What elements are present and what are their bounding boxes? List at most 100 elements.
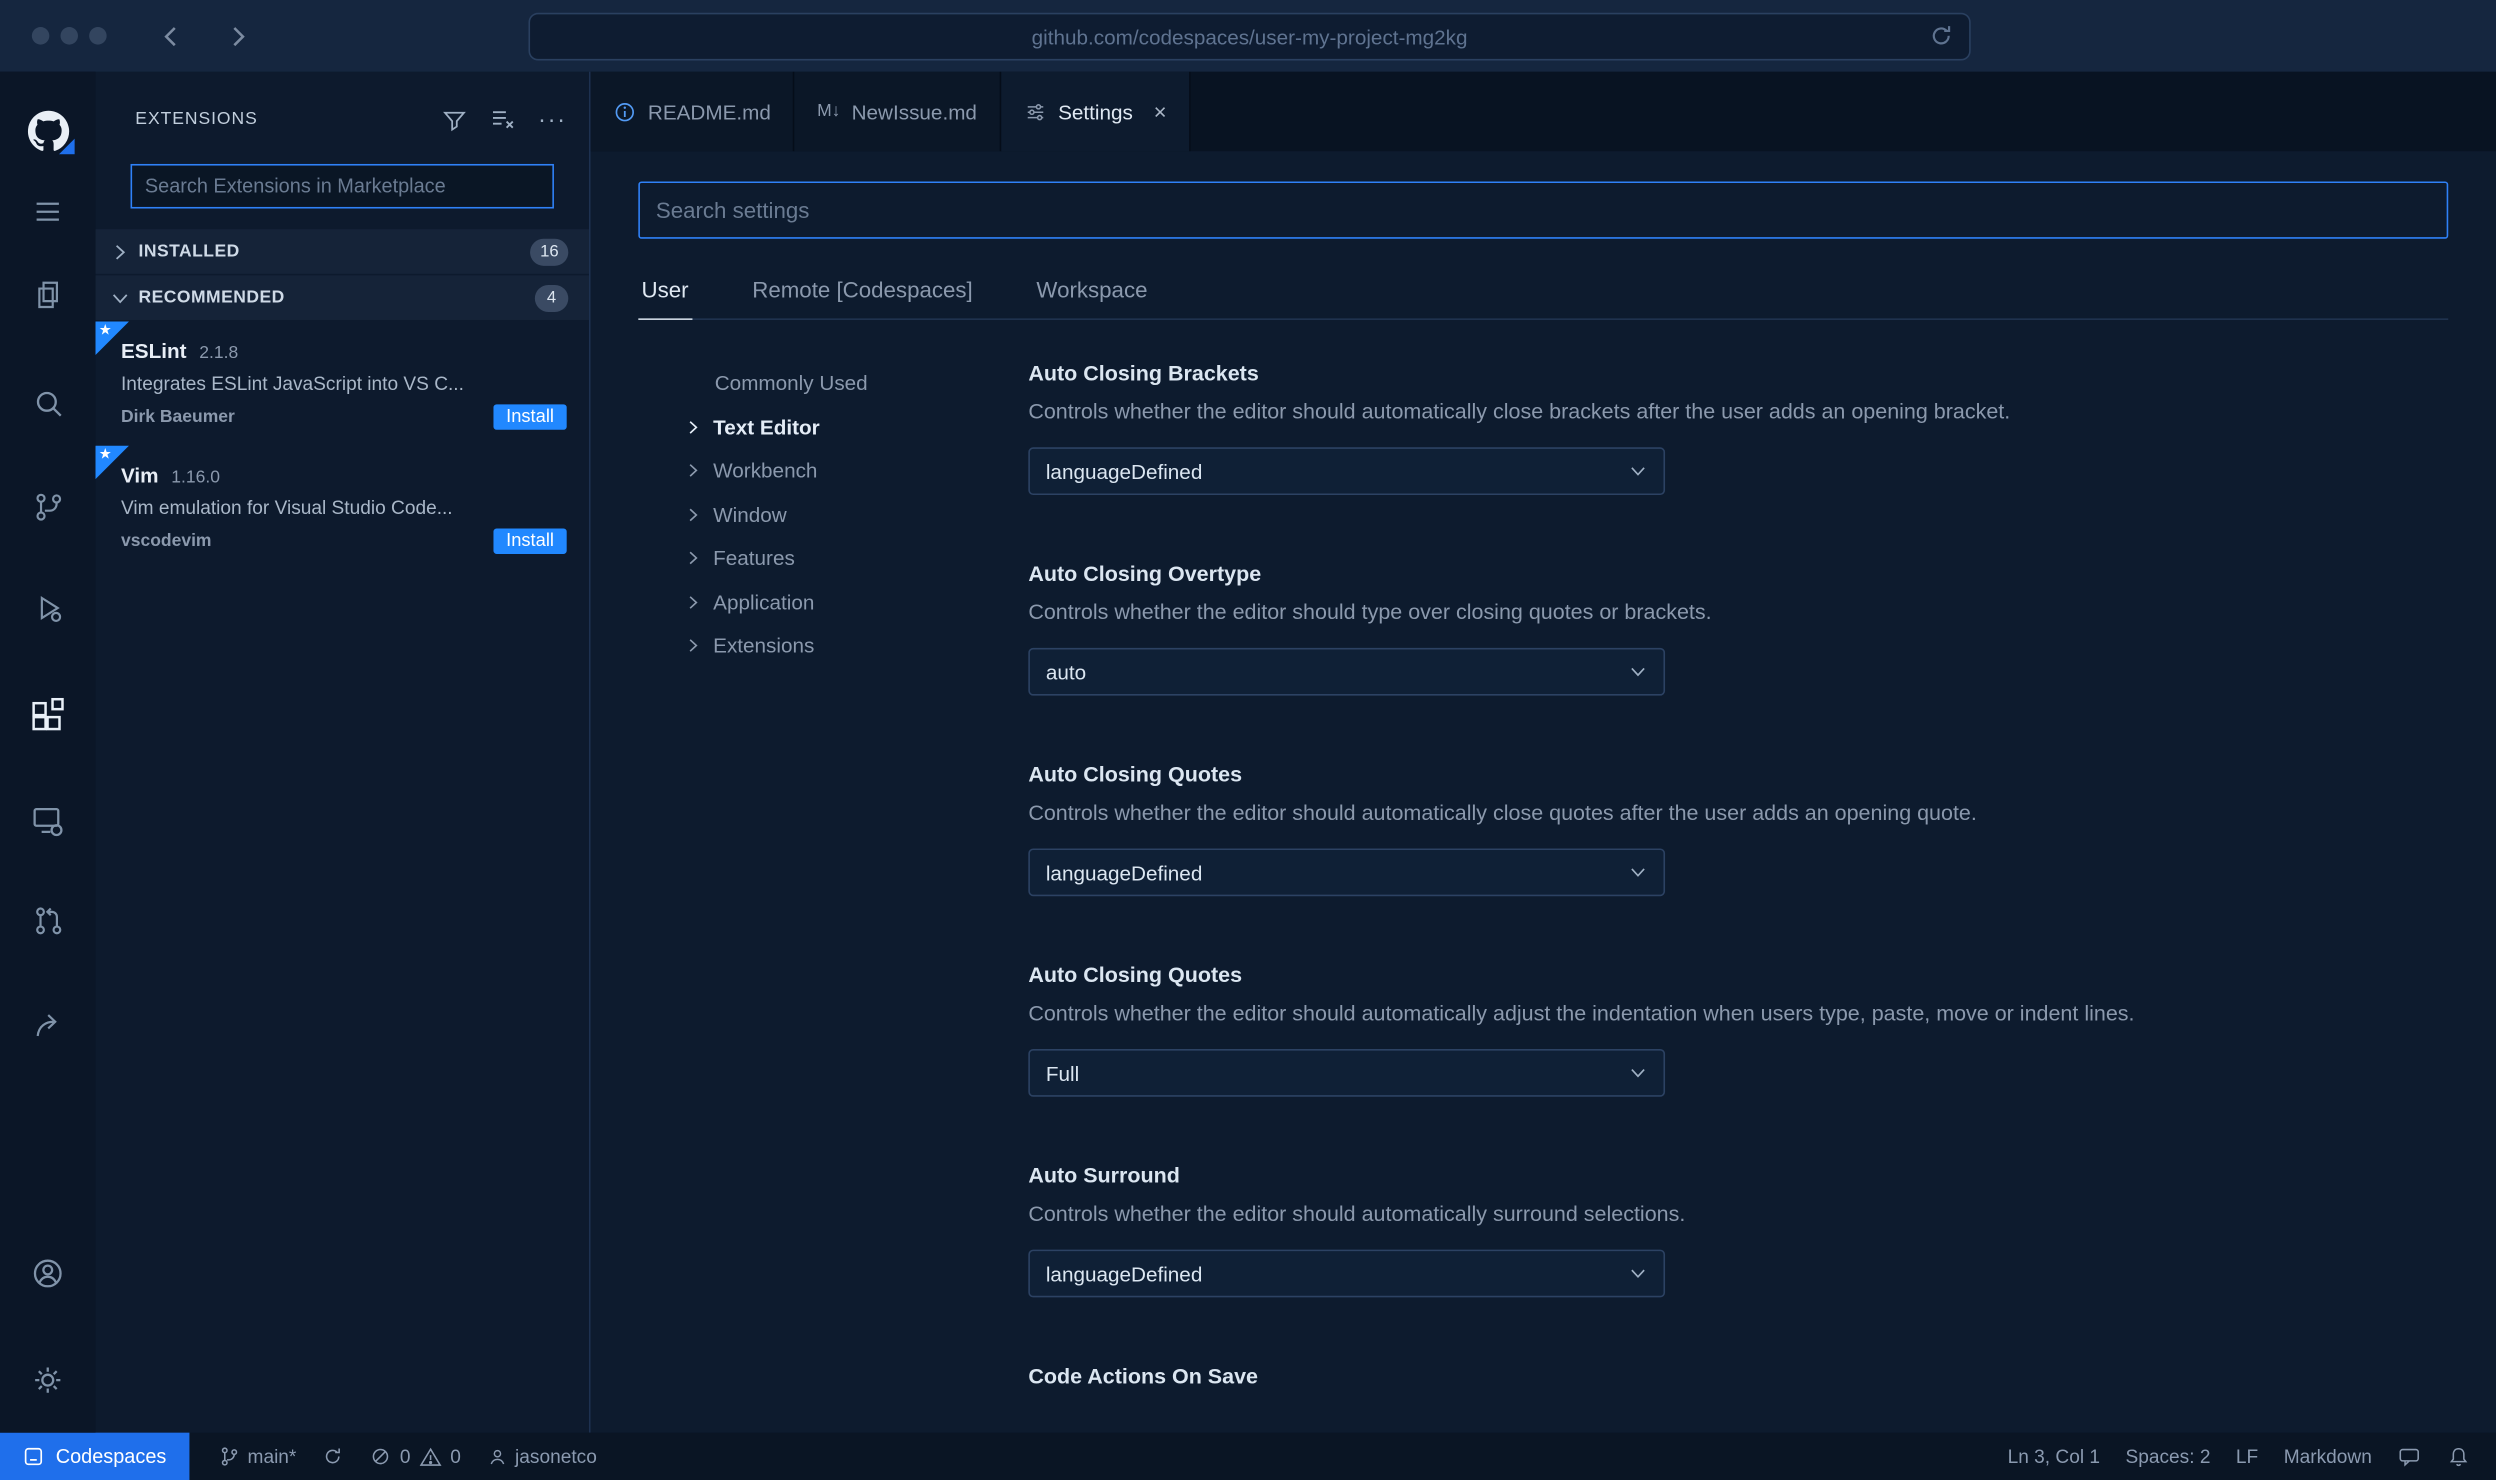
window-minimize-button[interactable] bbox=[60, 27, 78, 45]
chevron-right-icon bbox=[689, 508, 698, 521]
chevron-down-icon bbox=[1631, 667, 1645, 677]
setting-select[interactable]: Full bbox=[1028, 1049, 1666, 1097]
tab-label: NewIssue.md bbox=[851, 99, 977, 124]
search-icon[interactable] bbox=[0, 379, 96, 427]
extensions-icon[interactable] bbox=[0, 692, 96, 740]
url-bar[interactable]: github.com/codespaces/user-my-project-mg… bbox=[528, 12, 1971, 61]
menu-icon[interactable] bbox=[0, 188, 96, 236]
tab-newissue[interactable]: M↓ NewIssue.md bbox=[794, 71, 1001, 152]
explorer-icon[interactable] bbox=[0, 271, 96, 319]
notifications-bell-icon[interactable] bbox=[2434, 1433, 2483, 1480]
select-value: languageDefined bbox=[1045, 1261, 1203, 1286]
remote-user-status[interactable]: jasonetco bbox=[474, 1433, 610, 1480]
tab-settings[interactable]: Settings × bbox=[1000, 71, 1191, 152]
problems-status[interactable]: 0 0 bbox=[357, 1433, 474, 1480]
extension-version: 1.16.0 bbox=[171, 468, 220, 488]
extension-name: ESLint bbox=[120, 339, 187, 363]
setting-description: Controls whether the editor should autom… bbox=[1028, 1201, 1686, 1226]
refresh-icon[interactable] bbox=[1928, 22, 1955, 49]
setting-title: Auto Closing Brackets bbox=[1028, 361, 1259, 386]
extension-item-vim[interactable]: ★ Vim 1.16.0 Vim emulation for Visual St… bbox=[95, 445, 589, 570]
setting-select[interactable]: languageDefined bbox=[1028, 447, 1666, 496]
extension-item-eslint[interactable]: ★ ESLint 2.1.8 Integrates ESLint JavaScr… bbox=[95, 321, 589, 446]
setting-select[interactable]: auto bbox=[1028, 647, 1666, 696]
eol-status[interactable]: LF bbox=[2223, 1433, 2271, 1480]
clear-search-results-icon[interactable] bbox=[489, 105, 518, 134]
section-count-badge: 16 bbox=[530, 237, 569, 266]
section-installed[interactable]: INSTALLED 16 bbox=[95, 229, 589, 274]
setting-row: Auto Closing Overtype Controls whether t… bbox=[1028, 562, 2448, 696]
editor-area: README.md M↓ NewIssue.md Settings × User bbox=[590, 71, 2496, 1433]
error-icon bbox=[372, 1448, 389, 1465]
share-icon[interactable] bbox=[0, 1001, 96, 1049]
cursor-position-status[interactable]: Ln 3, Col 1 bbox=[1995, 1433, 2113, 1480]
install-button[interactable]: Install bbox=[493, 528, 567, 554]
window-close-button[interactable] bbox=[31, 27, 50, 45]
forward-button[interactable] bbox=[216, 19, 257, 54]
info-icon bbox=[615, 102, 634, 121]
person-icon bbox=[489, 1449, 504, 1464]
toc-item-application[interactable]: Application bbox=[638, 580, 1028, 624]
run-debug-icon[interactable] bbox=[0, 584, 96, 632]
pull-request-icon[interactable] bbox=[0, 896, 96, 944]
settings-search-input[interactable] bbox=[639, 197, 2447, 223]
chevron-down-icon bbox=[1631, 1269, 1645, 1279]
section-recommended[interactable]: RECOMMENDED 4 bbox=[95, 275, 589, 320]
toc-item-workbench[interactable]: Workbench bbox=[638, 449, 1028, 493]
toc-item-window[interactable]: Window bbox=[638, 493, 1028, 537]
scope-tab-workspace[interactable]: Workspace bbox=[1033, 264, 1150, 320]
indentation-status[interactable]: Spaces: 2 bbox=[2113, 1433, 2223, 1480]
sidebar-title: EXTENSIONS bbox=[135, 109, 258, 129]
chevron-down-icon bbox=[1631, 467, 1645, 476]
filter-icon[interactable] bbox=[441, 106, 468, 133]
chevron-right-icon bbox=[689, 639, 698, 653]
branch-status[interactable]: main* bbox=[205, 1433, 310, 1480]
extensions-search-input[interactable] bbox=[132, 175, 553, 198]
setting-description: Controls whether the editor should autom… bbox=[1028, 800, 1977, 825]
setting-title: Code Actions On Save bbox=[1028, 1364, 1258, 1389]
extension-description: Integrates ESLint JavaScript into VS C..… bbox=[120, 372, 464, 395]
sidebar-header: EXTENSIONS ··· bbox=[96, 91, 589, 148]
warning-icon bbox=[419, 1446, 442, 1466]
extensions-search-box bbox=[130, 163, 554, 209]
setting-title: Auto Closing Quotes bbox=[1028, 762, 1243, 787]
sync-status[interactable] bbox=[309, 1433, 357, 1480]
chevron-down-icon bbox=[112, 293, 128, 303]
codespaces-button[interactable]: Codespaces bbox=[0, 1432, 189, 1480]
setting-title: Auto Closing Overtype bbox=[1028, 561, 1262, 586]
url-text: github.com/codespaces/user-my-project-mg… bbox=[1031, 24, 1468, 49]
source-control-icon[interactable] bbox=[0, 482, 96, 530]
setting-description: Controls whether the editor should autom… bbox=[1028, 399, 2011, 424]
status-bar: Codespaces main* 0 0 jasonetco Ln 3, Col… bbox=[0, 1432, 2496, 1480]
setting-select[interactable]: languageDefined bbox=[1028, 1249, 1666, 1298]
close-icon[interactable]: × bbox=[1154, 99, 1167, 124]
tab-label: README.md bbox=[647, 99, 771, 124]
back-button[interactable] bbox=[151, 19, 192, 54]
section-count-badge: 4 bbox=[534, 284, 569, 312]
install-button[interactable]: Install bbox=[493, 404, 567, 430]
toc-item-features[interactable]: Features bbox=[638, 536, 1028, 580]
github-logo-icon[interactable] bbox=[0, 107, 96, 155]
tab-readme[interactable]: README.md bbox=[590, 71, 795, 152]
workbench: EXTENSIONS ··· INSTALLED bbox=[0, 71, 2496, 1433]
extension-author: Dirk Baeumer bbox=[120, 407, 235, 427]
language-status[interactable]: Markdown bbox=[2271, 1433, 2385, 1480]
chevron-down-icon bbox=[1631, 1068, 1645, 1078]
toc-item-commonly-used[interactable]: Commonly Used bbox=[638, 361, 1028, 405]
scope-tab-user[interactable]: User bbox=[638, 264, 692, 320]
window-zoom-button[interactable] bbox=[89, 27, 107, 45]
settings-search-box bbox=[638, 181, 2449, 239]
scope-tab-remote-codespaces[interactable]: Remote [Codespaces] bbox=[749, 264, 976, 320]
toc-item-text-editor[interactable]: Text Editor bbox=[638, 405, 1028, 449]
settings-gear-icon[interactable] bbox=[0, 1356, 96, 1404]
select-value: Full bbox=[1045, 1060, 1080, 1085]
feedback-icon[interactable] bbox=[2385, 1433, 2434, 1480]
account-icon[interactable] bbox=[0, 1250, 96, 1298]
more-actions-icon[interactable]: ··· bbox=[538, 106, 567, 133]
status-bar-left: Codespaces main* 0 0 jasonetco bbox=[0, 1432, 610, 1480]
remote-explorer-icon[interactable] bbox=[0, 798, 96, 846]
setting-select[interactable]: languageDefined bbox=[1028, 848, 1666, 897]
setting-row: Auto Closing Quotes Controls whether the… bbox=[1028, 762, 2448, 897]
star-icon: ★ bbox=[98, 321, 112, 338]
toc-item-extensions[interactable]: Extensions bbox=[638, 624, 1028, 668]
